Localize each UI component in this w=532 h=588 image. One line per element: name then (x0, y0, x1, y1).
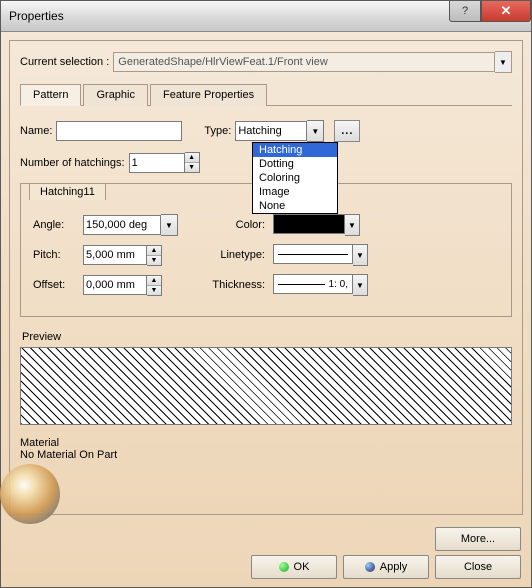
type-dropdown-button[interactable]: ▼ (307, 120, 324, 142)
thickness-dropdown[interactable]: ▼ (353, 274, 368, 296)
preview-label: Preview (22, 331, 512, 343)
type-option-coloring[interactable]: Coloring (253, 171, 337, 185)
spin-up-icon[interactable]: ▲ (147, 276, 161, 286)
hatching-group-title: Hatching11 (29, 183, 106, 200)
num-hatchings-label: Number of hatchings: (20, 157, 125, 169)
tab-pattern[interactable]: Pattern (20, 84, 81, 106)
apply-label: Apply (380, 561, 408, 573)
apply-button[interactable]: Apply (343, 555, 429, 579)
offset-spinner[interactable]: ▲▼ (83, 275, 193, 296)
color-dropdown[interactable]: ▼ (345, 214, 360, 236)
type-dropdown-list[interactable]: Hatching Dotting Coloring Image None (252, 142, 338, 214)
linetype-preview (278, 254, 348, 255)
close-button[interactable]: Close (435, 555, 521, 579)
angle-combo[interactable]: ▼ (83, 214, 193, 236)
color-label: Color: (193, 219, 273, 231)
linetype-label: Linetype: (193, 249, 273, 261)
thickness-value: 1: 0, (329, 279, 348, 290)
spin-up-icon[interactable]: ▲ (147, 246, 161, 256)
angle-input[interactable] (83, 215, 161, 235)
pitch-input[interactable] (83, 245, 147, 265)
type-combo[interactable]: ▼ (235, 120, 324, 142)
tab-feature-properties[interactable]: Feature Properties (150, 84, 267, 106)
ok-button[interactable]: OK (251, 555, 337, 579)
type-option-dotting[interactable]: Dotting (253, 157, 337, 171)
tab-graphic[interactable]: Graphic (83, 84, 148, 106)
material-text: No Material On Part (20, 449, 512, 461)
spin-down-icon[interactable]: ▼ (147, 256, 161, 265)
type-option-hatching[interactable]: Hatching (253, 143, 337, 157)
spin-down-icon[interactable]: ▼ (147, 286, 161, 295)
num-hatchings-spinner[interactable]: ▲▼ (129, 152, 200, 173)
current-selection-dropdown[interactable]: ▼ (495, 51, 512, 73)
type-option-none[interactable]: None (253, 199, 337, 213)
help-button[interactable]: ? (449, 1, 481, 22)
type-label: Type: (204, 125, 231, 137)
title-bar: Properties ? ✕ (1, 1, 531, 32)
material-label: Material (20, 437, 512, 449)
spin-up-icon[interactable]: ▲ (185, 153, 199, 163)
color-swatch (273, 214, 345, 234)
linetype-picker[interactable]: ▼ (273, 244, 368, 266)
pitch-label: Pitch: (33, 249, 83, 261)
spin-down-icon[interactable]: ▼ (185, 163, 199, 172)
type-value[interactable] (235, 121, 307, 141)
thickness-line (278, 284, 325, 285)
tab-strip: Pattern Graphic Feature Properties (20, 83, 512, 106)
type-browse-button[interactable]: ... (334, 120, 360, 142)
linetype-dropdown[interactable]: ▼ (353, 244, 368, 266)
angle-dropdown[interactable]: ▼ (161, 214, 178, 236)
ok-label: OK (294, 561, 310, 573)
more-button[interactable]: More... (435, 527, 521, 551)
close-window-button[interactable]: ✕ (481, 1, 531, 22)
offset-label: Offset: (33, 279, 83, 291)
current-selection-field[interactable] (113, 52, 495, 72)
apply-icon (365, 562, 375, 572)
type-option-image[interactable]: Image (253, 185, 337, 199)
thickness-label: Thickness: (193, 279, 273, 291)
angle-label: Angle: (33, 219, 83, 231)
thickness-picker[interactable]: 1: 0, ▼ (273, 274, 368, 296)
ok-icon (279, 562, 289, 572)
preview-area (20, 347, 512, 425)
num-hatchings-input[interactable] (129, 153, 185, 173)
name-input[interactable] (56, 121, 182, 141)
offset-input[interactable] (83, 275, 147, 295)
current-selection-label: Current selection : (20, 56, 109, 68)
name-label: Name: (20, 125, 52, 137)
pitch-spinner[interactable]: ▲▼ (83, 245, 193, 266)
window-title: Properties (1, 9, 64, 23)
color-picker[interactable]: ▼ (273, 214, 360, 236)
